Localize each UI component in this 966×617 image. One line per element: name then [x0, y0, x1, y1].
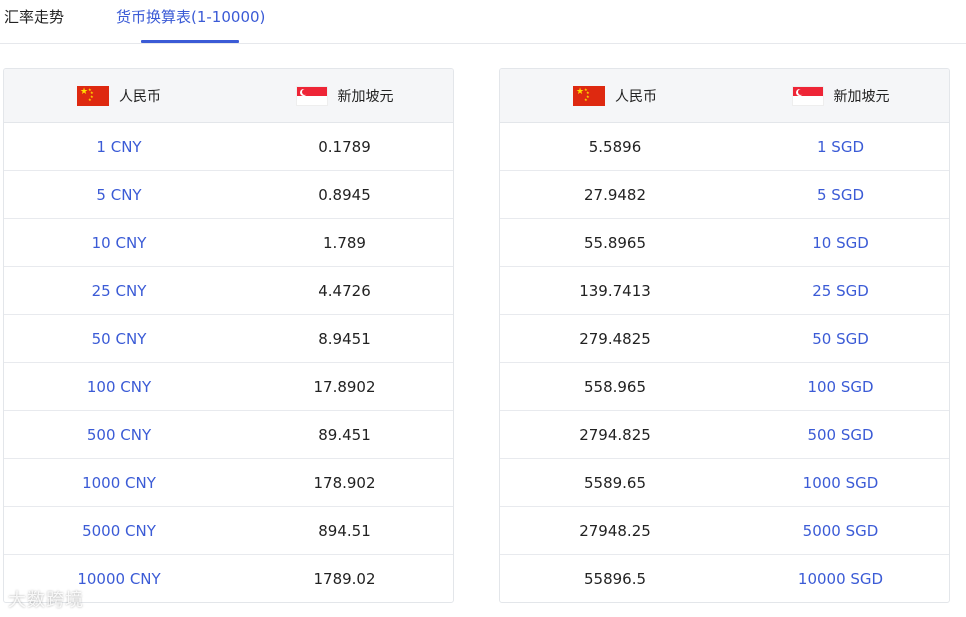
table-row: 25 CNY 4.4726 — [4, 267, 453, 315]
table-row: 10 CNY 1.789 — [4, 219, 453, 267]
table-row: 1000 CNY 178.902 — [4, 459, 453, 507]
header-cny: ★ ★ ★ ★ ★ 人民币 — [4, 69, 234, 123]
table-row: 55896.5 10000 SGD — [500, 555, 949, 602]
table-header: ★ ★ ★ ★ ★ 人民币 新加坡元 — [500, 69, 949, 123]
table-row: 50 CNY 8.9451 — [4, 315, 453, 363]
amount-link[interactable]: 1 CNY — [4, 123, 234, 171]
header-label: 新加坡元 — [337, 89, 394, 105]
watermark: 大数跨境 — [8, 590, 84, 611]
amount-link[interactable]: 500 SGD — [730, 411, 949, 459]
converted-value: 17.8902 — [313, 378, 376, 396]
tab-exchange-trend[interactable]: 汇率走势 — [4, 7, 64, 43]
table-row: 5 CNY 0.8945 — [4, 171, 453, 219]
converted-value: 4.4726 — [318, 282, 371, 300]
singapore-flag-icon — [791, 86, 824, 106]
converted-value: 178.902 — [313, 474, 376, 492]
table-row: 5000 CNY 894.51 — [4, 507, 453, 555]
table-row: 55.8965 10 SGD — [500, 219, 949, 267]
converted-value: 8.9451 — [318, 330, 371, 348]
header-sgd: 新加坡元 — [730, 69, 949, 123]
amount-link[interactable]: 500 CNY — [4, 411, 234, 459]
amount-link[interactable]: 100 CNY — [4, 363, 234, 411]
header-label: 新加坡元 — [833, 89, 890, 105]
table-header: ★ ★ ★ ★ ★ 人民币 新加坡元 — [4, 69, 453, 123]
amount-link[interactable]: 1000 CNY — [4, 459, 234, 507]
amount-link[interactable]: 5000 CNY — [4, 507, 234, 555]
amount-link[interactable]: 25 SGD — [730, 267, 949, 315]
header-sgd: 新加坡元 — [234, 69, 453, 123]
amount-link[interactable]: 25 CNY — [4, 267, 234, 315]
converted-value: 1789.02 — [313, 570, 376, 588]
table-row: 500 CNY 89.451 — [4, 411, 453, 459]
amount-link[interactable]: 5000 SGD — [730, 507, 949, 555]
cny-to-sgd-table: ★ ★ ★ ★ ★ 人民币 新加坡元 1 CNY 0.1789 5 CNY 0.8945 1… — [3, 68, 454, 603]
table-row: 27948.25 5000 SGD — [500, 507, 949, 555]
converted-value: 55896.5 — [583, 570, 647, 588]
converted-value: 27.9482 — [583, 186, 647, 204]
amount-link[interactable]: 100 SGD — [730, 363, 949, 411]
header-label: 人民币 — [615, 89, 657, 105]
converted-value: 139.7413 — [579, 282, 651, 300]
converted-value: 558.965 — [583, 378, 647, 396]
converted-value: 89.451 — [318, 426, 371, 444]
converted-value: 279.4825 — [579, 330, 651, 348]
table-row: 558.965 100 SGD — [500, 363, 949, 411]
table-row: 2794.825 500 SGD — [500, 411, 949, 459]
table-row: 5.5896 1 SGD — [500, 123, 949, 171]
converted-value: 55.8965 — [583, 234, 647, 252]
amount-link[interactable]: 5 CNY — [4, 171, 234, 219]
header-label: 人民币 — [119, 89, 161, 105]
active-tab-indicator — [141, 40, 239, 43]
table-row: 139.7413 25 SGD — [500, 267, 949, 315]
amount-link[interactable]: 50 CNY — [4, 315, 234, 363]
converted-value: 1.789 — [323, 234, 366, 252]
table-row: 1 CNY 0.1789 — [4, 123, 453, 171]
amount-link[interactable]: 10 CNY — [4, 219, 234, 267]
converted-value: 2794.825 — [579, 426, 651, 444]
singapore-flag-icon — [295, 86, 328, 106]
amount-link[interactable]: 10000 SGD — [730, 555, 949, 602]
amount-link[interactable]: 1000 SGD — [730, 459, 949, 507]
converted-value: 894.51 — [318, 522, 371, 540]
tab-conversion-table[interactable]: 货币换算表(1-10000) — [116, 7, 265, 43]
converted-value: 5.5896 — [588, 138, 642, 156]
table-row: 100 CNY 17.8902 — [4, 363, 453, 411]
sgd-to-cny-table: ★ ★ ★ ★ ★ 人民币 新加坡元 5.5896 1 SGD 27.9482 5 SGD … — [499, 68, 950, 603]
china-flag-icon: ★ ★ ★ ★ ★ — [573, 86, 605, 106]
amount-link[interactable]: 1 SGD — [730, 123, 949, 171]
header-cny: ★ ★ ★ ★ ★ 人民币 — [500, 69, 730, 123]
converted-value: 0.8945 — [318, 186, 371, 204]
converted-value: 0.1789 — [318, 138, 371, 156]
table-row: 5589.65 1000 SGD — [500, 459, 949, 507]
amount-link[interactable]: 50 SGD — [730, 315, 949, 363]
table-row: 27.9482 5 SGD — [500, 171, 949, 219]
converted-value: 27948.25 — [579, 522, 651, 540]
converted-value: 5589.65 — [583, 474, 647, 492]
china-flag-icon: ★ ★ ★ ★ ★ — [77, 86, 109, 106]
amount-link[interactable]: 10 SGD — [730, 219, 949, 267]
table-row: 279.4825 50 SGD — [500, 315, 949, 363]
amount-link[interactable]: 5 SGD — [730, 171, 949, 219]
tab-bar: 汇率走势 货币换算表(1-10000) — [0, 0, 966, 44]
